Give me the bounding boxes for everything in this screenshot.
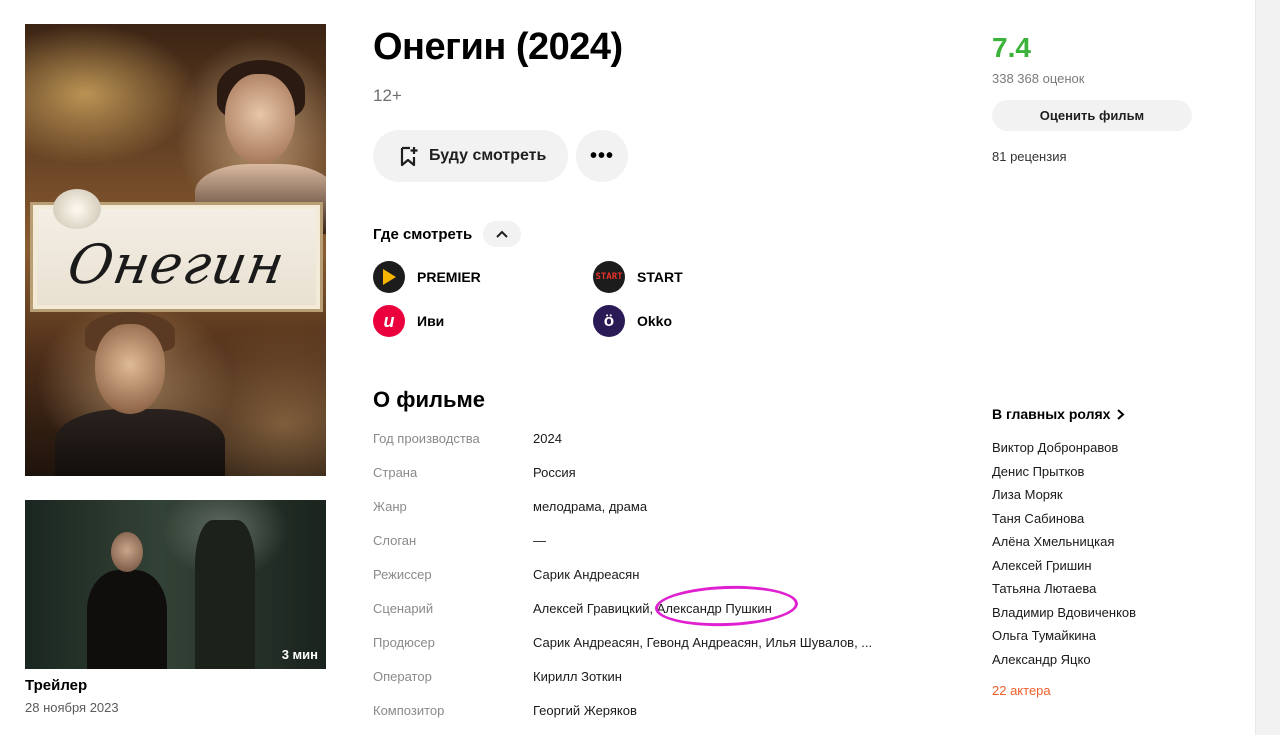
age-rating: 12+ [373,86,402,105]
annotation-highlight-circle [654,583,799,629]
reviews-link[interactable]: 81 рецензия [992,149,1067,164]
service-name: START [637,269,683,285]
cast-actor-link[interactable]: Александр Яцко [992,652,1091,667]
info-value[interactable]: 2024 [533,431,562,446]
where-to-watch-label: Где смотреть [373,226,473,243]
ivi-logo-icon: и [373,305,405,337]
chevron-right-icon [1117,408,1125,420]
page-title: Онегин (2024) [373,26,623,68]
trailer-thumbnail[interactable]: 3 мин [25,500,326,669]
cast-heading-label: В главных ролях [992,406,1111,422]
where-to-watch-toggle[interactable] [483,221,521,247]
bookmark-plus-icon [400,146,418,167]
poster-title-text: Онегин [63,233,290,296]
movie-poster[interactable]: Онегин [25,24,326,476]
trailer-date: 28 ноября 2023 [25,700,119,715]
cast-actor-link[interactable]: Лиза Моряк [992,487,1063,502]
scrollbar-track[interactable] [1255,0,1280,735]
more-dots-icon: ••• [589,144,614,167]
trailer-figure-body [87,570,167,669]
info-key: Продюсер [373,635,435,650]
info-value[interactable]: Сарик Андреасян, Гевонд Андреасян, Илья … [533,635,872,650]
rate-film-button[interactable]: Оценить фильм [992,100,1192,131]
cast-actor-link[interactable]: Владимир Вдовиченков [992,605,1136,620]
trailer-duration: 3 мин [281,647,318,662]
trailer-tree [195,520,255,669]
cast-actor-link[interactable]: Виктор Добронравов [992,440,1118,455]
rating-count: 338 368 оценок [992,71,1085,86]
service-name: Иви [417,313,445,329]
trailer-title[interactable]: Трейлер [25,677,87,694]
service-ivi[interactable]: и Иви [373,305,444,337]
info-value[interactable]: Сарик Андреасян [533,567,639,582]
info-key: Год производства [373,431,480,446]
service-start[interactable]: START START [593,261,683,293]
cast-actor-link[interactable]: Татьяна Лютаева [992,581,1096,596]
watch-later-button[interactable]: Буду смотреть [373,130,568,182]
poster-figure-woman-face [225,74,295,164]
cast-actor-link[interactable]: Ольга Тумайкина [992,628,1096,643]
rose-icon [53,189,101,229]
poster-figure-man-coat [55,409,225,476]
service-name: PREMIER [417,269,481,285]
info-value[interactable]: Россия [533,465,576,480]
okko-logo-icon: ö [593,305,625,337]
info-key: Композитор [373,703,445,718]
rating-value: 7.4 [992,32,1031,63]
info-key: Сценарий [373,601,434,616]
info-value[interactable]: мелодрама, драма [533,499,647,514]
start-logo-icon: START [593,261,625,293]
service-okko[interactable]: ö Okko [593,305,672,337]
chevron-up-icon [496,230,508,238]
cast-actor-link[interactable]: Алексей Гришин [992,558,1092,573]
info-key: Страна [373,465,418,480]
service-name: Okko [637,313,673,329]
cast-actor-link[interactable]: Таня Сабинова [992,511,1084,526]
cast-actor-link[interactable]: Денис Прытков [992,464,1084,479]
more-options-button[interactable]: ••• [576,130,628,182]
poster-figure-man-face [95,324,165,414]
info-key: Оператор [373,669,432,684]
all-cast-link[interactable]: 22 актера [992,683,1051,698]
cast-actor-link[interactable]: Алёна Хмельницкая [992,534,1114,549]
cast-heading-link[interactable]: В главных ролях [992,406,1125,422]
about-heading: О фильме [373,387,486,412]
info-key: Режиссер [373,567,432,582]
info-key: Жанр [373,499,407,514]
service-premier[interactable]: PREMIER [373,261,481,293]
info-value[interactable]: Георгий Жеряков [533,703,637,718]
watch-later-label: Буду смотреть [429,147,547,164]
trailer-figure-head [111,532,143,572]
info-value[interactable]: Кирилл Зоткин [533,669,622,684]
info-value: — [533,533,546,548]
premier-logo-icon [373,261,405,293]
info-key: Слоган [373,533,417,548]
